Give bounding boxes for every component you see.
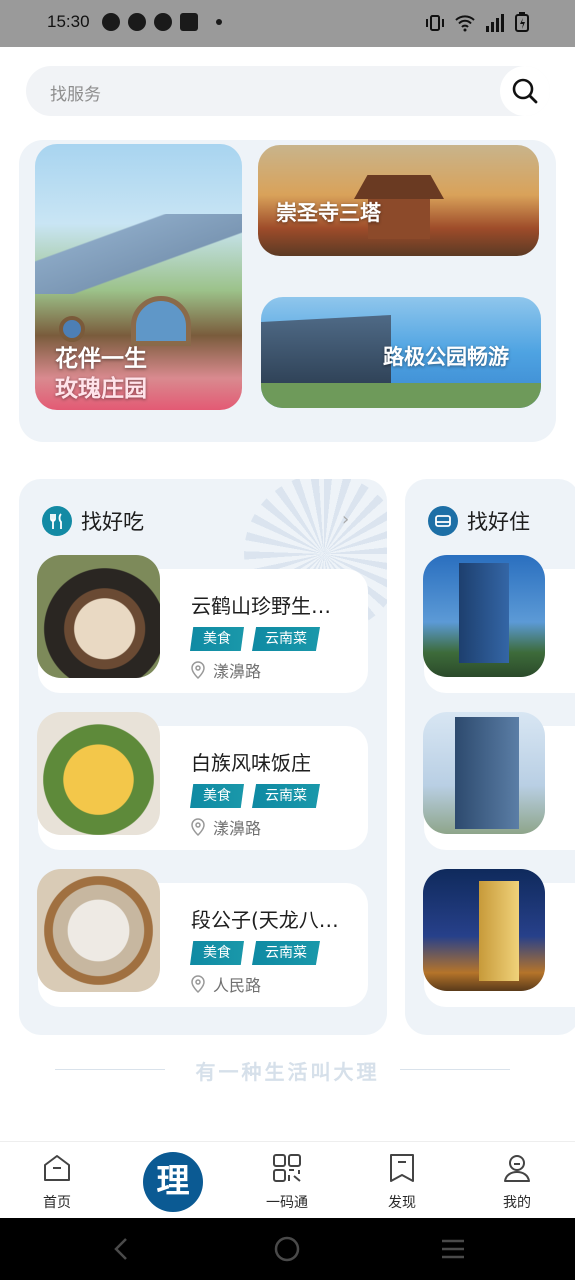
shopping-bag-icon: [180, 13, 198, 31]
divider-right: [400, 1069, 510, 1070]
tag-cuisine: 云南菜: [252, 941, 320, 965]
search-icon: [512, 78, 538, 104]
tower-shape: [455, 717, 519, 829]
tower-shape: [479, 881, 519, 981]
grass-shape: [261, 383, 541, 408]
location-pin-icon: [191, 661, 205, 679]
banner-park[interactable]: 路极公园畅游: [261, 297, 541, 408]
tower-shape: [459, 563, 509, 663]
qr-code-icon: [273, 1154, 301, 1182]
status-time: 15:30: [47, 12, 90, 31]
wifi-icon: [455, 15, 475, 32]
restaurant-photo[interactable]: [37, 869, 160, 992]
banner-rose-garden-line1: 花伴一生: [55, 345, 147, 372]
restaurant-name: 云鹤山珍野生…: [191, 594, 331, 618]
restaurant-location: 人民路: [191, 972, 261, 996]
search-button[interactable]: [500, 66, 550, 116]
back-icon[interactable]: [108, 1235, 136, 1263]
vibrate-icon: [426, 15, 444, 31]
recents-icon[interactable]: [439, 1235, 467, 1263]
tag-food: 美食: [190, 627, 244, 651]
center-logo-button[interactable]: 理: [143, 1152, 203, 1212]
tab-profile-label: 我的: [503, 1195, 531, 1211]
food-section: 找好吃 › 云鹤山珍野生… 美食 云南菜 漾濞路 白族风味饭庄 美食 云南菜 漾…: [19, 479, 387, 1035]
more-dot-icon: [216, 19, 222, 25]
home-icon: [44, 1155, 70, 1181]
restaurant-photo[interactable]: [37, 712, 160, 835]
notification-icons: [102, 13, 222, 31]
message-icon: [102, 13, 120, 31]
temple-roof-shape: [354, 175, 444, 199]
slogan: 有一种生活叫大理: [0, 1056, 575, 1085]
utensils-icon: [42, 506, 72, 536]
battery-icon: [515, 12, 529, 32]
tag-food: 美食: [190, 941, 244, 965]
chevron-right-icon[interactable]: ›: [342, 509, 349, 530]
home-button-icon[interactable]: [273, 1235, 301, 1263]
location-text: 漾濞路: [213, 819, 262, 838]
restaurant-name: 段公子(天龙八…: [191, 908, 339, 932]
tag-food: 美食: [190, 784, 244, 808]
user-icon: [504, 1155, 530, 1182]
system-nav-bar: [0, 1218, 575, 1280]
restaurant-photo[interactable]: [37, 555, 160, 678]
banner-rose-garden[interactable]: 花伴一生 玫瑰庄园: [35, 144, 242, 410]
mountain-shape: [35, 214, 242, 294]
bookmark-icon: [390, 1154, 414, 1182]
location-text: 人民路: [213, 976, 262, 995]
tab-qrcode[interactable]: 一码通: [237, 1142, 337, 1219]
restaurant-location: 漾濞路: [191, 658, 261, 682]
banner-three-pagodas-title: 崇圣寺三塔: [276, 200, 381, 225]
tab-discover-label: 发现: [388, 1195, 416, 1211]
bed-icon: [428, 506, 458, 536]
stay-section-title: 找好住: [467, 510, 530, 534]
location-pin-icon: [191, 818, 205, 836]
tag-cuisine: 云南菜: [252, 784, 320, 808]
restaurant-location: 漾濞路: [191, 815, 261, 839]
banner-rose-garden-line2: 玫瑰庄园: [55, 375, 147, 402]
location-pin-icon: [191, 975, 205, 993]
slogan-text: 有一种生活叫大理: [195, 1060, 380, 1084]
tab-qrcode-label: 一码通: [266, 1195, 308, 1211]
hotel-photo[interactable]: [423, 555, 545, 677]
banner-park-title: 路极公园畅游: [383, 344, 509, 369]
banner-three-pagodas[interactable]: 崇圣寺三塔: [258, 145, 539, 256]
status-bar: 15:30: [0, 0, 575, 47]
hotel-photo[interactable]: [423, 712, 545, 834]
stay-section: 找好住: [405, 479, 575, 1035]
bottom-tab-bar: 首页 一码通 发现 我的: [0, 1141, 575, 1218]
compass-icon: [154, 13, 172, 31]
stay-section-header[interactable]: 找好住: [428, 506, 530, 536]
signal-icon: [486, 14, 504, 32]
restaurant-name: 白族风味饭庄: [191, 751, 311, 775]
tab-discover[interactable]: 发现: [352, 1142, 452, 1219]
divider-left: [55, 1069, 165, 1070]
tab-home[interactable]: 首页: [7, 1142, 107, 1219]
search-placeholder[interactable]: 找服务: [50, 80, 101, 105]
building-shape: [261, 315, 391, 385]
tab-home-label: 首页: [43, 1195, 71, 1211]
food-section-header[interactable]: 找好吃: [42, 506, 144, 536]
hotel-photo[interactable]: [423, 869, 545, 991]
search-bar[interactable]: 找服务: [26, 66, 550, 116]
settings-icon: [128, 13, 146, 31]
tag-cuisine: 云南菜: [252, 627, 320, 651]
location-text: 漾濞路: [213, 662, 262, 681]
food-section-title: 找好吃: [81, 510, 144, 534]
tab-profile[interactable]: 我的: [467, 1142, 567, 1219]
system-icons: [425, 12, 529, 32]
